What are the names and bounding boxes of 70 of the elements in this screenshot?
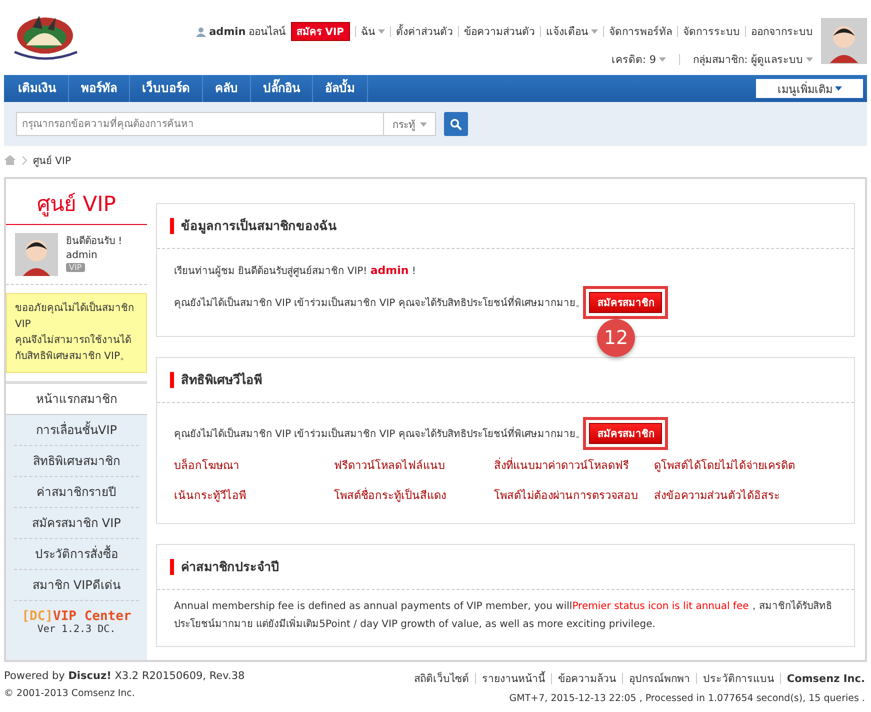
- footer-link[interactable]: ข้อความล้วน: [558, 670, 616, 687]
- header-link[interactable]: แจ้งเตือน: [546, 23, 588, 40]
- greeting-text: เรียนท่านผู้ชม ยินดีต้อนรับสู่ศูนย์สมาชิก VIP! admin !: [174, 263, 417, 278]
- header-link[interactable]: ออกจากระบบ: [751, 23, 813, 40]
- brand-title: [DC]VIP Center: [22, 609, 132, 624]
- privilege-link[interactable]: ดูโพสต์ได้โดยไม่ได้จ่ายเครดิต: [654, 456, 837, 474]
- footer-link[interactable]: Comsenz Inc.: [786, 672, 865, 684]
- online-status: ออนไลน์: [248, 24, 286, 40]
- search-scope-dropdown[interactable]: กระทู้: [384, 112, 436, 136]
- header-link[interactable]: ตั้งค่าส่วนตัว: [396, 23, 453, 40]
- caret-icon: [834, 86, 842, 91]
- signup-button[interactable]: สมัครสมาชิก: [589, 292, 662, 313]
- sidebar-item[interactable]: สมาชิก VIPดีเด่น: [14, 570, 139, 601]
- join-text: คุณยังไม่ได้เป็นสมาชิก VIP เข้าร่วมเป็นสมาชิก VIP คุณจะได้รับสิทธิประโยชน์ที่พิเศษมากมาย。: [174, 295, 586, 310]
- vip-badge: VIP: [66, 263, 85, 272]
- footer-link[interactable]: รายงานหน้านี้: [482, 670, 545, 687]
- caret-icon[interactable]: [659, 57, 666, 62]
- header-link[interactable]: ฉัน: [361, 23, 375, 40]
- sidebar-item[interactable]: ประวัติการสั่งซื้อ: [14, 539, 139, 570]
- header-info-link[interactable]: กลุ่มสมาชิก: ผู้ดูแลระบบ: [693, 51, 803, 68]
- sidebar-item[interactable]: สมัครสมาชิก VIP: [14, 508, 139, 539]
- breadcrumb-link[interactable]: ศูนย์ VIP: [33, 152, 71, 168]
- header-link[interactable]: จัดการระบบ: [683, 23, 740, 40]
- privilege-link[interactable]: โพสต์ไม่ต้องผ่านการตรวจสอบ: [494, 486, 654, 504]
- header-info-link[interactable]: เครดิต: 9: [612, 51, 656, 68]
- section-title: สิทธิพิเศษวีไอพี: [181, 371, 262, 389]
- header-link[interactable]: ข้อความส่วนตัว: [464, 23, 535, 40]
- footer-link[interactable]: สถิติเว็บไซต์: [414, 670, 469, 687]
- privilege-link[interactable]: ฟรีดาวน์โหลดไฟล์แนบ: [334, 456, 494, 474]
- signup-button[interactable]: สมัครสมาชิก: [589, 423, 662, 444]
- privilege-link[interactable]: ส่งข้อความส่วนตัวได้อิสระ: [654, 486, 837, 504]
- footer-link[interactable]: อุปกรณ์พกพา: [628, 670, 690, 687]
- notice-text: ขออภัยคุณไม่ได้เป็นสมาชิก VIP คุณจึงไม่สามารถใช้งานได้กับสิทธิพิเศษสมาชิก VIP。: [6, 293, 147, 373]
- avatar-icon: [15, 233, 58, 276]
- avatar-icon[interactable]: [821, 18, 867, 64]
- search-icon: [450, 118, 462, 130]
- join-text: คุณยังไม่ได้เป็นสมาชิก VIP เข้าร่วมเป็นสมาชิก VIP คุณจะได้รับสิทธิประโยชน์ที่พิเศษมากมาย。: [174, 426, 586, 441]
- home-icon[interactable]: [4, 155, 16, 165]
- stats-text: GMT+7, 2015-12-13 22:05 , Processed in 1.077654 second(s), 15 queries .: [509, 693, 865, 704]
- privilege-link[interactable]: โพสต์ชื่อกระทู้เป็นสีแดง: [334, 486, 494, 504]
- more-menu-button[interactable]: เมนูเพิ่มเติม: [756, 79, 863, 98]
- chevron-icon: [22, 156, 27, 164]
- username: admin: [66, 250, 98, 261]
- privilege-link[interactable]: เน้นกระทู้วีไอพี: [174, 486, 334, 504]
- header-link[interactable]: จัดการพอร์ทัล: [609, 23, 672, 40]
- vip-signup-button[interactable]: สมัคร VIP: [290, 22, 350, 41]
- sidebar-item[interactable]: ค่าสมาชิกรายปี: [14, 477, 139, 508]
- user-icon: [196, 26, 206, 36]
- version-text: Ver 1.2.3 DC.: [37, 624, 116, 635]
- sidebar-title: ศูนย์ VIP: [6, 179, 147, 225]
- sidebar-item[interactable]: หน้าแรกสมาชิก: [6, 384, 147, 415]
- privilege-link[interactable]: บล็อกโฆษณา: [174, 456, 334, 474]
- footer-link[interactable]: ประวัติการแบน: [702, 670, 774, 687]
- welcome-text: ยินดีต้อนรับ !: [66, 234, 122, 248]
- fee-description: Annual membership fee is defined as annual payments of VIP member, you willPremier status icon is lit annual fee，สมาชิกได้รับสิทธิประโยชน์มากมาย แต่ยังมีเพิ่มเติม5Point / day VIP growth of value, as well as more exciting privilege.: [174, 599, 833, 632]
- caret-icon[interactable]: [591, 29, 598, 34]
- privilege-link[interactable]: สิ่งที่แนบมาค่าดาวน์โหลดฟรี: [494, 456, 654, 474]
- search-field[interactable]: กรุณากรอกข้อความที่คุณต้องการค้นหา: [16, 112, 384, 136]
- search-button[interactable]: [444, 112, 468, 136]
- section-title: ข้อมูลการเป็นสมาชิกของฉัน: [181, 217, 337, 236]
- copyright-text: © 2001-2013 Comsenz Inc.: [4, 688, 136, 699]
- annotation-badge: 12: [597, 319, 635, 357]
- sidebar-item[interactable]: การเลื่อนชั้นVIP: [14, 415, 139, 446]
- caret-icon[interactable]: [378, 29, 385, 34]
- powered-by-text: Powered by Discuz! X3.2 R20150609, Rev.38: [4, 670, 245, 682]
- sidebar-item[interactable]: สิทธิพิเศษสมาชิก: [14, 446, 139, 477]
- section-title: ค่าสมาชิกประจำปี: [181, 558, 279, 576]
- username-link[interactable]: admin: [209, 26, 246, 38]
- caret-icon[interactable]: [806, 57, 813, 62]
- caret-icon: [420, 122, 426, 126]
